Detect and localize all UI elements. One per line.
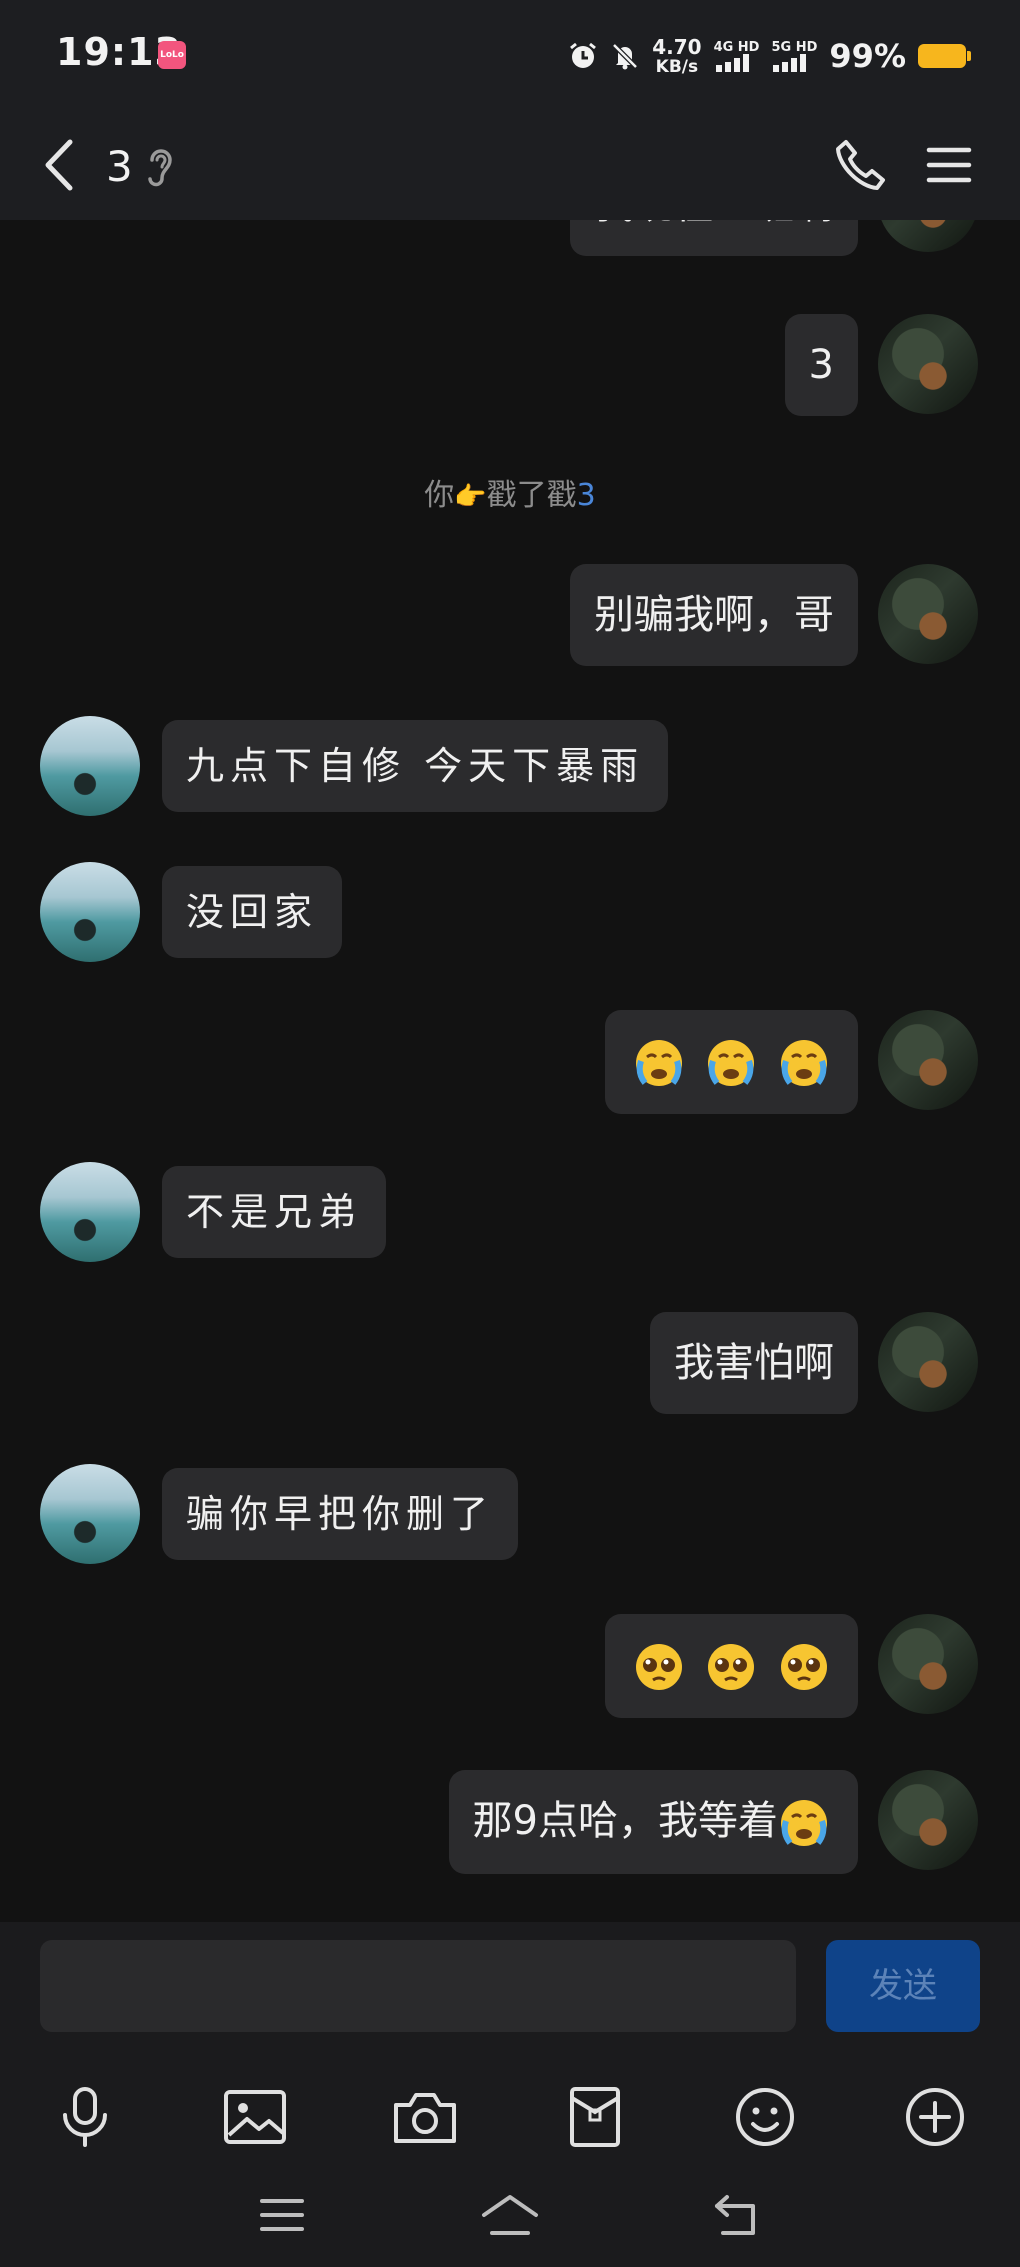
chat-screen: 19:13 LoLo 4.70 KB/s 4G HD 5G HD 99% 3 3… [0, 0, 1020, 2267]
composer: 发送 [0, 1922, 1020, 2267]
pleading-face-emoji-icon [781, 1644, 827, 1690]
poke-target[interactable]: 3 [577, 478, 596, 513]
message-row-incoming: 骗你早把你删了 [0, 1464, 1020, 1564]
message-bubble[interactable]: 3 [784, 314, 858, 416]
emoji-icon [736, 2088, 794, 2146]
signal-bars-icon [715, 53, 749, 72]
status-bar: 19:13 LoLo 4.70 KB/s 4G HD 5G HD 99% [0, 0, 1020, 112]
message-bubble[interactable] [604, 1614, 858, 1718]
home-icon [482, 2195, 538, 2235]
my-avatar[interactable] [878, 220, 978, 252]
my-avatar[interactable] [878, 1312, 978, 1412]
back-icon [715, 2195, 755, 2235]
camera-button[interactable] [380, 2062, 470, 2172]
back-button[interactable] [34, 126, 84, 204]
network-speed-unit: KB/s [655, 56, 699, 77]
menu-icon [260, 2199, 304, 2231]
message-row-incoming: 没回家 [0, 862, 1020, 962]
phone-icon [836, 140, 885, 190]
ear-icon [148, 149, 172, 187]
message-row-outgoing: 我害怕啊 [0, 1312, 1020, 1416]
sim2-signal: 5G HD [771, 41, 817, 72]
sim1-label: 4G HD [713, 39, 760, 55]
message-row-outgoing: 别骗我啊，哥 [0, 564, 1020, 668]
message-row-incoming: 不是兄弟 [0, 1162, 1020, 1262]
chat-title: 3 [106, 142, 133, 191]
red-packet-icon [570, 2087, 620, 2147]
chat-menu-button[interactable] [918, 128, 980, 202]
plus-icon [906, 2088, 964, 2146]
sim2-label: 5G HD [771, 39, 818, 55]
message-bubble[interactable]: 别骗我啊，哥 [570, 564, 858, 666]
message-row-outgoing: 3 [0, 314, 1020, 418]
message-input[interactable] [40, 1940, 796, 2032]
pleading-face-emoji-icon [708, 1644, 755, 1690]
send-button[interactable]: 发送 [826, 1940, 980, 2032]
loudly-crying-emoji-icon [781, 1040, 827, 1086]
message-bubble[interactable] [604, 1010, 858, 1114]
message-bubble[interactable]: 不是兄弟 [162, 1166, 387, 1258]
message-row-outgoing [0, 1614, 1020, 1718]
loudly-crying-emoji-icon [781, 1800, 827, 1846]
my-avatar[interactable] [878, 314, 978, 414]
network-speed: 4.70 KB/s [652, 37, 701, 76]
app-notification-badge: LoLo [158, 41, 186, 69]
message-row-outgoing: 那9点哈，我等着 [0, 1770, 1020, 1874]
message-row-incoming: 九点下自修 今天下暴雨 [0, 716, 1020, 816]
emoji-button[interactable] [720, 2062, 810, 2172]
poke-notification: 你👉戳了戳3 [0, 476, 1020, 517]
battery-icon [918, 44, 971, 68]
mute-bell-icon [612, 43, 638, 70]
recent-apps-button[interactable] [242, 2180, 322, 2250]
voice-call-button[interactable] [826, 128, 896, 202]
system-navigation-bar [0, 2180, 1020, 2267]
my-avatar[interactable] [878, 1770, 978, 1870]
message-bubble[interactable]: 九点下自修 今天下暴雨 [162, 720, 669, 812]
loudly-crying-emoji-icon [635, 1040, 682, 1086]
voice-input-button[interactable] [40, 2062, 130, 2172]
status-indicators: 4.70 KB/s 4G HD 5G HD 99% [568, 28, 971, 84]
message-row-outgoing: 我现在上班啊 [0, 220, 1020, 260]
my-avatar[interactable] [878, 1010, 978, 1110]
microphone-icon [63, 2087, 107, 2147]
message-text: 那9点哈，我等着 [472, 1798, 778, 1844]
composer-toolbar [0, 2062, 1020, 2172]
friend-avatar[interactable] [40, 1464, 140, 1564]
message-row-outgoing [0, 1010, 1020, 1114]
hamburger-menu-icon [926, 147, 972, 183]
message-bubble[interactable]: 我现在上班啊 [570, 220, 858, 256]
red-packet-button[interactable] [550, 2062, 640, 2172]
sim1-signal: 4G HD [713, 39, 760, 72]
message-bubble[interactable]: 我害怕啊 [650, 1312, 858, 1414]
friend-avatar[interactable] [40, 716, 140, 816]
poke-actor: 你 [424, 478, 455, 513]
friend-avatar[interactable] [40, 1162, 140, 1262]
chat-header: 3 [0, 112, 1020, 220]
pointing-finger-icon: 👉 [454, 482, 487, 512]
chevron-left-icon [45, 139, 73, 191]
network-speed-value: 4.70 [652, 34, 702, 59]
home-button[interactable] [470, 2180, 550, 2250]
pleading-face-emoji-icon [635, 1644, 682, 1690]
message-bubble[interactable]: 那9点哈，我等着 [448, 1770, 858, 1874]
photo-button[interactable] [210, 2062, 300, 2172]
my-avatar[interactable] [878, 564, 978, 664]
message-bubble[interactable]: 骗你早把你删了 [162, 1468, 519, 1560]
friend-avatar[interactable] [40, 862, 140, 962]
image-icon [224, 2090, 286, 2144]
poke-action: 戳了戳 [486, 478, 577, 513]
message-bubble[interactable]: 没回家 [162, 866, 343, 958]
nav-back-button[interactable] [698, 2180, 778, 2250]
signal-bars-icon [773, 53, 807, 72]
my-avatar[interactable] [878, 1614, 978, 1714]
loudly-crying-emoji-icon [708, 1040, 755, 1086]
camera-icon [394, 2093, 456, 2143]
more-button[interactable] [890, 2062, 980, 2172]
alarm-icon [570, 42, 597, 68]
battery-percent: 99% [829, 37, 906, 75]
message-list[interactable]: 我现在上班啊 3 你👉戳了戳3 别骗我啊，哥 九点下自修 今天下暴雨 没回家 [0, 220, 1020, 1922]
